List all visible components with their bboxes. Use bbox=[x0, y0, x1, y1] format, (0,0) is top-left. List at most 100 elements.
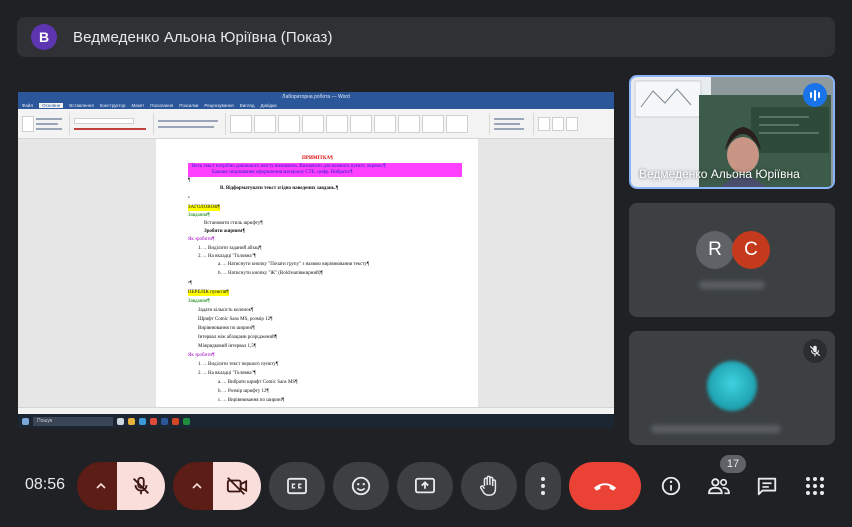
excel-icon bbox=[183, 417, 190, 425]
mic-toggle-button[interactable] bbox=[117, 462, 165, 510]
word-tab: Посилання bbox=[150, 102, 174, 108]
captions-icon bbox=[287, 477, 307, 495]
mic-off-icon bbox=[803, 339, 827, 363]
doc-s1-step1: 1.→ Виділити заданий абзац¶ bbox=[198, 246, 262, 251]
emoji-icon bbox=[351, 476, 371, 496]
ribbon-clipboard bbox=[22, 112, 70, 135]
explorer-icon bbox=[128, 417, 135, 425]
taskbar-search: Пошук bbox=[33, 416, 113, 426]
doc-s1-item1: Встановити стиль шрифту¶ bbox=[204, 221, 263, 226]
participant-avatar: C bbox=[732, 231, 770, 269]
ribbon-editing bbox=[494, 112, 534, 135]
powerpoint-icon bbox=[172, 417, 179, 425]
word-title: Лабораторна робота — Word bbox=[282, 93, 350, 100]
more-vert-icon bbox=[541, 477, 545, 495]
doc-s2-step2a: a.→ Вибрати шрифт Comic Sans MS¶ bbox=[218, 380, 298, 385]
camera-off-icon bbox=[226, 477, 248, 495]
apps-grid-icon bbox=[806, 477, 824, 495]
doc-s1-sub2: Як зробити¶ bbox=[188, 237, 215, 242]
chat-icon bbox=[757, 477, 777, 496]
doc-s2-step2c: c.→ Вирівнювання по ширині¶ bbox=[218, 398, 285, 403]
ribbon-paragraph bbox=[158, 112, 226, 135]
word-tab: Довідка bbox=[260, 102, 277, 108]
speaking-indicator-icon bbox=[803, 83, 827, 107]
doc-s2-item3: Вирівнювання по ширині¶ bbox=[198, 326, 255, 331]
present-icon bbox=[415, 477, 435, 494]
info-icon bbox=[661, 476, 681, 496]
doc-s2-step1: 1.→ Виділити текст першого пункту¶ bbox=[198, 362, 279, 367]
meeting-clock: 08:56 bbox=[25, 476, 66, 493]
participant-tile-group[interactable]: R C bbox=[629, 203, 835, 317]
doc-s2-item5: Міжрядковий інтервал 1,5¶ bbox=[198, 344, 257, 349]
word-ribbon-tabs: Файл Основне Вставлення Конструктор Маке… bbox=[18, 101, 614, 109]
word-tab: Вигляд bbox=[239, 102, 255, 108]
doc-task: В. Відформатувати текст згідно наведених… bbox=[220, 186, 339, 191]
presenter-tile-name: Ведмеденко Альона Юріївна bbox=[639, 167, 800, 181]
hand-icon bbox=[480, 475, 497, 496]
leave-call-button[interactable] bbox=[569, 462, 641, 510]
hang-up-icon bbox=[593, 483, 617, 491]
doc-s2-item4: Інтервал між абзацами розріджений¶ bbox=[198, 335, 278, 340]
ribbon-styles bbox=[230, 112, 490, 135]
word-tab: Конструктор bbox=[99, 102, 126, 108]
ribbon-extra bbox=[538, 113, 598, 135]
doc-heading: ПРИМІТКА¶ bbox=[302, 156, 333, 161]
doc-empty: •¶ bbox=[188, 281, 193, 286]
chevron-up-icon bbox=[96, 482, 106, 489]
word-tab: Розсилки bbox=[179, 102, 199, 108]
word-status-bar bbox=[18, 407, 614, 414]
word-ribbon bbox=[18, 109, 614, 139]
doc-s2-step2b: b.→ Розмір шрифту 12¶ bbox=[218, 389, 269, 394]
word-icon bbox=[161, 417, 168, 425]
paste-icon bbox=[22, 115, 34, 132]
word-tab: Файл bbox=[22, 102, 34, 108]
task-view-icon bbox=[117, 417, 124, 425]
chevron-up-icon bbox=[192, 482, 202, 489]
doc-s1-item2: Зробити жирним¶ bbox=[204, 229, 246, 234]
activities-button[interactable] bbox=[797, 462, 833, 510]
word-tab: Рецензування bbox=[204, 102, 234, 108]
meeting-info-button[interactable] bbox=[653, 462, 689, 510]
reactions-button[interactable] bbox=[333, 462, 389, 510]
doc-s1-step2: 2.→ На вкладці "Головна"¶ bbox=[198, 254, 256, 259]
participant-name-blurred bbox=[651, 425, 781, 433]
camera-toggle-button[interactable] bbox=[213, 462, 261, 510]
word-title-bar: Лабораторна робота — Word bbox=[18, 92, 614, 101]
participant-avatar-blurred bbox=[707, 361, 757, 411]
word-tab: Основне bbox=[39, 102, 64, 108]
doc-section1: ЗАГОЛОВОК¶ bbox=[188, 205, 220, 211]
doc-s1-step2b: b.→ Натиснути кнопку "Ж" (Bold/напівжирн… bbox=[218, 271, 323, 276]
document-page: ПРИМІТКА¶ Весь текст потрібно довільного… bbox=[156, 139, 478, 407]
edge-icon bbox=[139, 417, 146, 425]
windows-start-icon bbox=[22, 417, 29, 425]
doc-note-line2: Бажано ініціювання оформлення матеріалу … bbox=[212, 170, 353, 175]
doc-s2-step2: 2.→ На вкладці "Головна"¶ bbox=[198, 371, 256, 376]
chat-button[interactable] bbox=[749, 462, 785, 510]
people-button[interactable] bbox=[701, 462, 737, 510]
present-screen-button[interactable] bbox=[397, 462, 453, 510]
doc-empty: ¶ bbox=[188, 178, 191, 183]
participant-tile-muted[interactable] bbox=[629, 331, 835, 445]
participant-avatar-letter: C bbox=[744, 239, 758, 260]
participant-tile-presenter[interactable]: Ведмеденко Альона Юріївна bbox=[629, 75, 835, 189]
doc-s2-item1: Задати кількість колонок¶ bbox=[198, 308, 254, 313]
doc-empty: • bbox=[188, 196, 190, 201]
participant-avatar: R bbox=[696, 231, 734, 269]
presenter-title: Ведмеденко Альона Юріївна (Показ) bbox=[73, 28, 333, 46]
document-area: ПРИМІТКА¶ Весь текст потрібно довільного… bbox=[18, 139, 614, 407]
participant-avatar-letter: R bbox=[708, 239, 722, 260]
raise-hand-button[interactable] bbox=[461, 462, 517, 510]
ribbon-font bbox=[74, 112, 154, 135]
chrome-icon bbox=[150, 417, 157, 425]
shared-screen: Лабораторна робота — Word Файл Основне В… bbox=[18, 92, 614, 428]
doc-s2-sub2: Як зробити¶ bbox=[188, 353, 215, 358]
participant-name-blurred bbox=[699, 281, 765, 289]
doc-s2-sub1: Завдання¶ bbox=[188, 299, 210, 304]
presenter-avatar: B bbox=[31, 24, 57, 50]
captions-button[interactable] bbox=[269, 462, 325, 510]
mic-off-icon bbox=[133, 476, 149, 495]
windows-taskbar: Пошук bbox=[18, 414, 614, 428]
more-options-button[interactable] bbox=[525, 462, 561, 510]
people-icon bbox=[708, 478, 730, 495]
word-tab: Вставлення bbox=[69, 102, 94, 108]
